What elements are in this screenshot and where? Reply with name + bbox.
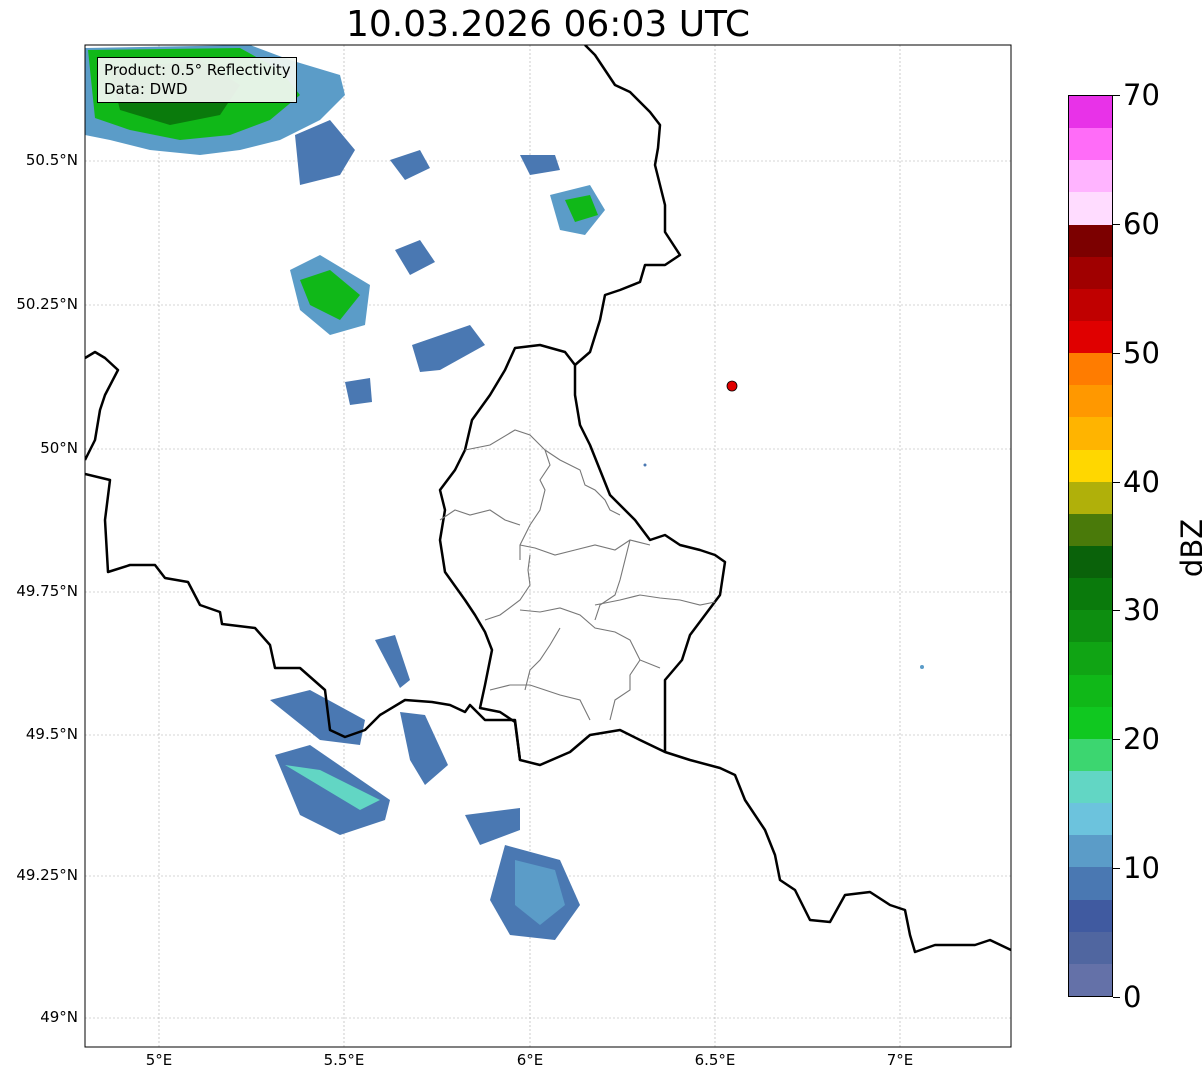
lat-label: 50.25°N bbox=[16, 295, 78, 313]
colorbar-tick bbox=[1113, 739, 1120, 741]
colorbar-tick-label: 40 bbox=[1123, 464, 1160, 499]
colorbar-tick bbox=[1113, 95, 1120, 96]
product-label: Product: 0.5° Reflectivity bbox=[104, 61, 291, 79]
data-source-label: Data: DWD bbox=[104, 80, 188, 98]
echo-speck bbox=[643, 463, 647, 467]
colorbar-tick-label: 20 bbox=[1123, 722, 1160, 757]
lat-label: 49.75°N bbox=[16, 582, 78, 600]
product-info-box: Product: 0.5° Reflectivity Data: DWD bbox=[97, 57, 297, 103]
colorbar-swatch bbox=[1069, 706, 1112, 739]
lon-label: 5°E bbox=[145, 1051, 173, 1069]
colorbar-swatch bbox=[1069, 963, 1112, 996]
colorbar-swatch bbox=[1069, 192, 1112, 225]
colorbar-swatch bbox=[1069, 256, 1112, 289]
colorbar-swatch bbox=[1069, 546, 1112, 579]
colorbar-swatch bbox=[1069, 128, 1112, 161]
colorbar-swatch bbox=[1069, 513, 1112, 547]
colorbar-swatch bbox=[1069, 96, 1112, 129]
colorbar-swatch bbox=[1069, 610, 1112, 643]
lon-label: 7°E bbox=[886, 1051, 914, 1069]
lat-label: 50.5°N bbox=[25, 151, 78, 169]
colorbar-tick bbox=[1113, 610, 1120, 612]
colorbar-tick bbox=[1113, 352, 1120, 354]
lat-label: 50°N bbox=[40, 439, 78, 457]
colorbar-swatch bbox=[1069, 321, 1112, 354]
colorbar-tick-label: 60 bbox=[1123, 206, 1160, 241]
colorbar-swatch bbox=[1069, 771, 1112, 804]
colorbar-swatch bbox=[1069, 449, 1112, 482]
colorbar-tick bbox=[1113, 481, 1120, 483]
colorbar-swatch bbox=[1069, 417, 1112, 450]
colorbar-tick-label: 70 bbox=[1123, 78, 1160, 112]
colorbar-swatch bbox=[1069, 642, 1112, 675]
colorbar-tick-label: 0 bbox=[1123, 980, 1142, 1014]
lat-label: 49.5°N bbox=[25, 725, 78, 743]
lon-label: 6.5°E bbox=[694, 1051, 736, 1069]
lon-label: 5.5°E bbox=[323, 1051, 365, 1069]
colorbar-swatch bbox=[1069, 931, 1112, 964]
colorbar-swatch bbox=[1069, 578, 1112, 611]
colorbar-swatch bbox=[1069, 899, 1112, 932]
colorbar-swatch bbox=[1069, 160, 1112, 193]
colorbar-swatch bbox=[1069, 481, 1112, 514]
colorbar-swatch bbox=[1069, 385, 1112, 418]
lat-label: 49°N bbox=[40, 1008, 78, 1026]
station-marker bbox=[726, 380, 738, 392]
colorbar-tick bbox=[1113, 868, 1120, 870]
colorbar-tick bbox=[1113, 997, 1120, 998]
colorbar-tick-label: 10 bbox=[1123, 851, 1160, 886]
colorbar-swatch bbox=[1069, 674, 1112, 707]
dbz-colorbar bbox=[1068, 95, 1113, 997]
colorbar-tick-label: 50 bbox=[1123, 335, 1160, 370]
colorbar-swatch bbox=[1069, 835, 1112, 868]
colorbar-swatch bbox=[1069, 803, 1112, 836]
echo-speck2 bbox=[920, 665, 924, 669]
colorbar-swatch bbox=[1069, 353, 1112, 386]
colorbar-swatch bbox=[1069, 738, 1112, 772]
colorbar-swatch bbox=[1069, 867, 1112, 900]
colorbar-swatch bbox=[1069, 224, 1112, 257]
colorbar-tick bbox=[1113, 223, 1120, 225]
colorbar-unit-label: dBZ bbox=[1175, 518, 1202, 578]
lon-label: 6°E bbox=[516, 1051, 544, 1069]
colorbar-tick-label: 30 bbox=[1123, 593, 1160, 628]
radar-map bbox=[84, 44, 1012, 1048]
lat-label: 49.25°N bbox=[16, 866, 78, 884]
colorbar-swatch bbox=[1069, 288, 1112, 322]
